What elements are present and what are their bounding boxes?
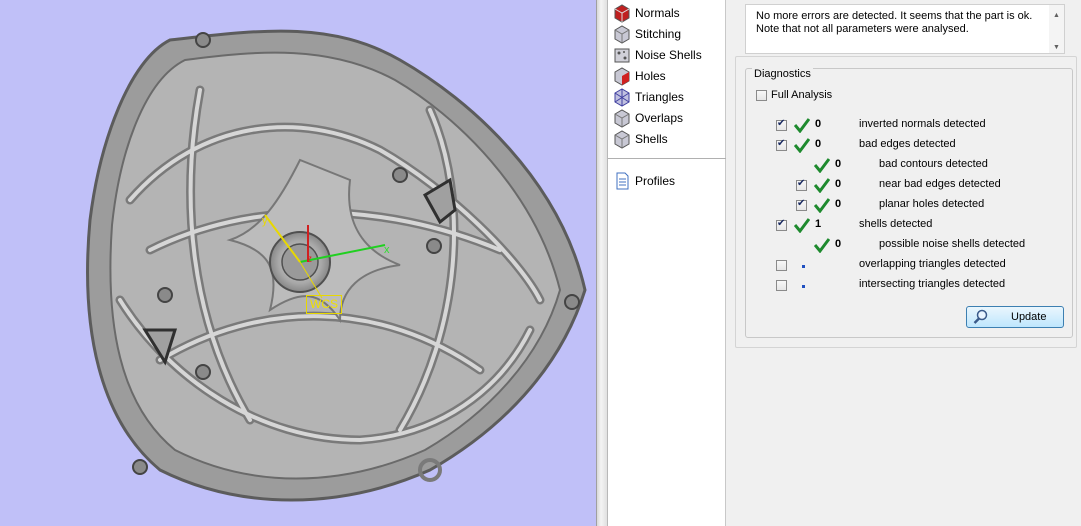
bad-edges-count: 0 [815,138,822,150]
normals-icon [614,4,630,23]
planar-holes-checkbox[interactable] [796,198,807,211]
message-line-2: Note that not all parameters were analys… [756,23,969,35]
inverted-normals-count: 0 [815,118,822,130]
tool-shells-label: Shells [635,132,668,146]
tool-noise-shells[interactable]: Noise Shells [612,45,702,65]
tool-triangles-label: Triangles [635,90,684,104]
tool-profiles-label: Profiles [635,174,676,188]
tool-profiles[interactable]: Profiles [612,171,675,191]
shells-label: shells detected [859,218,933,230]
tool-normals-label: Normals [635,6,680,20]
scroll-down-icon[interactable]: ▼ [1053,41,1060,54]
3d-viewport[interactable]: x y z WCS [0,0,596,526]
triangles-icon [614,88,630,107]
analysis-message-box[interactable]: No more errors are detected. It seems th… [745,4,1065,54]
planar-holes-label: planar holes detected [879,198,985,210]
diagnostics-title: Diagnostics [752,68,813,80]
pending-dot-icon [802,265,805,268]
tool-overlaps[interactable]: Overlaps [612,108,683,128]
check-ok-icon [814,238,830,253]
shells-count: 1 [815,218,822,230]
stitching-icon [614,25,630,44]
tool-overlaps-label: Overlaps [635,111,684,125]
check-ok-icon [794,218,810,233]
pending-dot-icon [802,285,805,288]
panel-splitter[interactable] [596,0,608,526]
check-ok-icon [794,138,810,153]
axis-y-label: y [262,215,268,227]
tool-normals[interactable]: Normals [612,3,680,23]
overlaps-icon [614,109,630,128]
axis-z-label: z [307,254,312,265]
bad-edges-label: bad edges detected [859,138,956,150]
bad-contours-label: bad contours detected [879,158,988,170]
noise-shells-label: possible noise shells detected [879,238,1026,250]
update-button-label: Update [1011,311,1047,323]
near-bad-edges-checkbox[interactable] [796,178,807,191]
intersecting-triangles-checkbox[interactable] [776,280,787,291]
wcs-label: WCS [306,295,342,314]
check-ok-icon [794,118,810,133]
analysis-tool-list: Normals Stitching Noise Shells Holes Tri… [608,0,726,526]
near-bad-edges-count: 0 [835,178,842,190]
full-analysis-checkbox[interactable] [756,90,767,101]
tool-holes-label: Holes [635,69,666,83]
noise-shells-count: 0 [835,238,842,250]
tool-stitching-label: Stitching [635,27,682,41]
near-bad-edges-label: near bad edges detected [879,178,1001,190]
scroll-up-icon[interactable]: ▲ [1053,9,1060,22]
noise-shells-icon [614,48,630,63]
bad-contours-count: 0 [835,158,842,170]
tool-list-divider [608,158,726,159]
magnifier-icon [973,309,988,324]
celtic-pendant-model: x y z [86,29,587,502]
tool-triangles[interactable]: Triangles [612,87,684,107]
check-ok-icon [814,178,830,193]
tool-stitching[interactable]: Stitching [612,24,681,44]
overlapping-triangles-label: overlapping triangles detected [859,258,1006,270]
bad-edges-checkbox[interactable] [776,138,787,151]
tool-holes[interactable]: Holes [612,66,666,86]
shells-checkbox[interactable] [776,218,787,231]
check-ok-icon [814,158,830,173]
intersecting-triangles-label: intersecting triangles detected [859,278,1006,290]
overlapping-triangles-checkbox[interactable] [776,260,787,271]
message-line-1: No more errors are detected. It seems th… [756,10,1033,22]
inverted-normals-checkbox[interactable] [776,118,787,131]
check-ok-icon [814,198,830,213]
full-analysis-label: Full Analysis [771,89,833,101]
inverted-normals-label: inverted normals detected [859,118,986,130]
update-button[interactable]: Update [966,306,1064,328]
planar-holes-count: 0 [835,198,842,210]
tool-shells[interactable]: Shells [612,129,668,149]
holes-icon [614,67,630,86]
message-scrollbar[interactable]: ▲ ▼ [1049,5,1064,53]
diagnostics-panel: No more errors are detected. It seems th… [726,0,1081,526]
tool-noise-shells-label: Noise Shells [635,48,702,62]
axis-x-label: x [384,244,390,256]
profiles-icon [616,172,629,190]
shells-icon [614,130,630,149]
